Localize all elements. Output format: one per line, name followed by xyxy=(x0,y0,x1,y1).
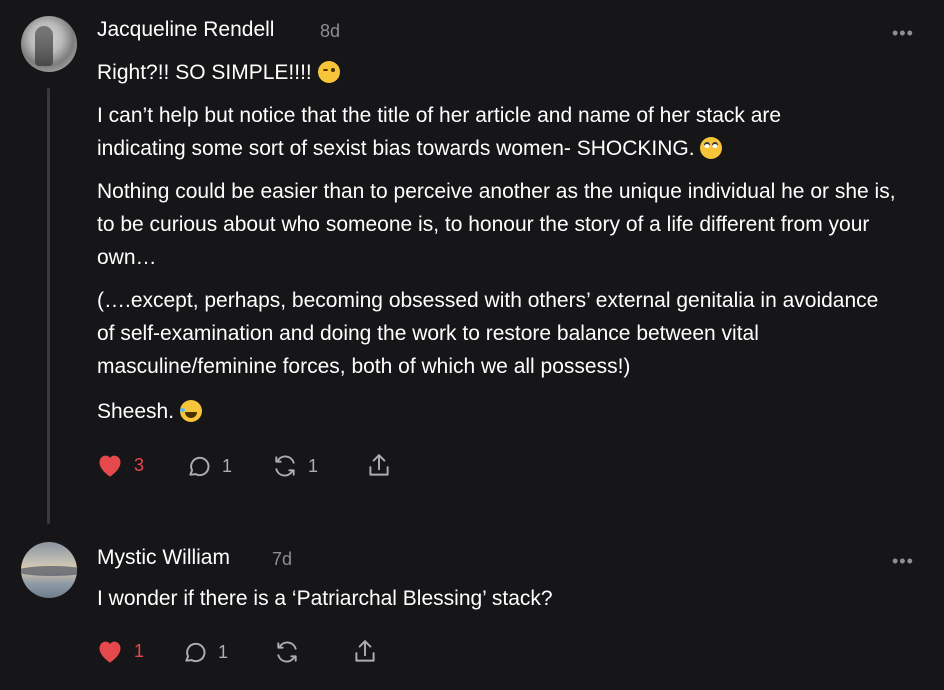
comment-icon xyxy=(185,642,206,663)
like-button[interactable]: 1 xyxy=(96,638,144,664)
comment-body: Right?!! SO SIMPLE!!!! I can’t help but … xyxy=(97,56,917,428)
share-button[interactable] xyxy=(366,452,392,480)
like-button[interactable]: 3 xyxy=(96,452,144,478)
restack-button[interactable] xyxy=(274,639,310,665)
paragraph-text: Right?!! SO SIMPLE!!!! xyxy=(97,61,318,84)
restack-icon xyxy=(277,641,297,663)
more-icon[interactable]: ••• xyxy=(892,552,914,570)
reply-count: 1 xyxy=(218,641,229,662)
paragraph: Right?!! SO SIMPLE!!!! xyxy=(97,56,917,89)
comment-jacqueline: Jacqueline Rendell 8d ••• Right?!! SO SI… xyxy=(0,0,944,530)
avatar[interactable] xyxy=(21,542,77,598)
share-button[interactable] xyxy=(352,638,378,666)
comment-icon xyxy=(189,456,210,477)
author-name[interactable]: Mystic William xyxy=(97,546,230,570)
reply-count: 1 xyxy=(222,455,233,476)
paragraph-text: indicating some sort of sexist bias towa… xyxy=(97,137,701,160)
timestamp[interactable]: 8d xyxy=(320,21,340,42)
paragraph-text: I can’t help but notice that the title o… xyxy=(97,104,782,127)
thread-line xyxy=(47,88,50,524)
winking-face-icon xyxy=(317,61,340,83)
comment-body: I wonder if there is a ‘Patriarchal Bles… xyxy=(97,582,917,615)
avatar-figure xyxy=(35,26,53,66)
share-icon xyxy=(355,640,375,662)
share-icon xyxy=(369,454,389,476)
comment-mystic-william: Mystic William 7d ••• I wonder if there … xyxy=(0,530,944,690)
like-count: 1 xyxy=(134,640,145,661)
like-count: 3 xyxy=(134,454,145,475)
paragraph: Nothing could be easier than to perceive… xyxy=(97,180,896,269)
action-bar: 3 1 1 xyxy=(96,452,416,482)
heart-icon xyxy=(99,641,121,663)
tears-of-joy-icon xyxy=(179,400,202,422)
rolling-eyes-icon xyxy=(700,137,723,159)
paragraph: Sheesh. xyxy=(97,395,917,428)
paragraph: I can’t help but notice that the title o… xyxy=(97,99,917,165)
reply-button[interactable]: 1 xyxy=(182,639,228,665)
paragraph-text: Sheesh. xyxy=(97,400,180,423)
action-bar: 1 1 xyxy=(96,638,416,668)
avatar[interactable] xyxy=(21,16,77,72)
avatar-landscape xyxy=(21,566,77,576)
more-icon[interactable]: ••• xyxy=(892,24,914,42)
reply-button[interactable]: 1 xyxy=(186,453,232,479)
restack-count: 1 xyxy=(308,455,319,476)
restack-button[interactable]: 1 xyxy=(272,453,318,479)
author-name[interactable]: Jacqueline Rendell xyxy=(97,18,274,42)
heart-icon xyxy=(99,455,121,477)
paragraph: I wonder if there is a ‘Patriarchal Bles… xyxy=(97,587,553,610)
timestamp[interactable]: 7d xyxy=(272,549,292,570)
paragraph: (….except, perhaps, becoming obsessed wi… xyxy=(97,289,879,378)
restack-icon xyxy=(275,455,295,477)
